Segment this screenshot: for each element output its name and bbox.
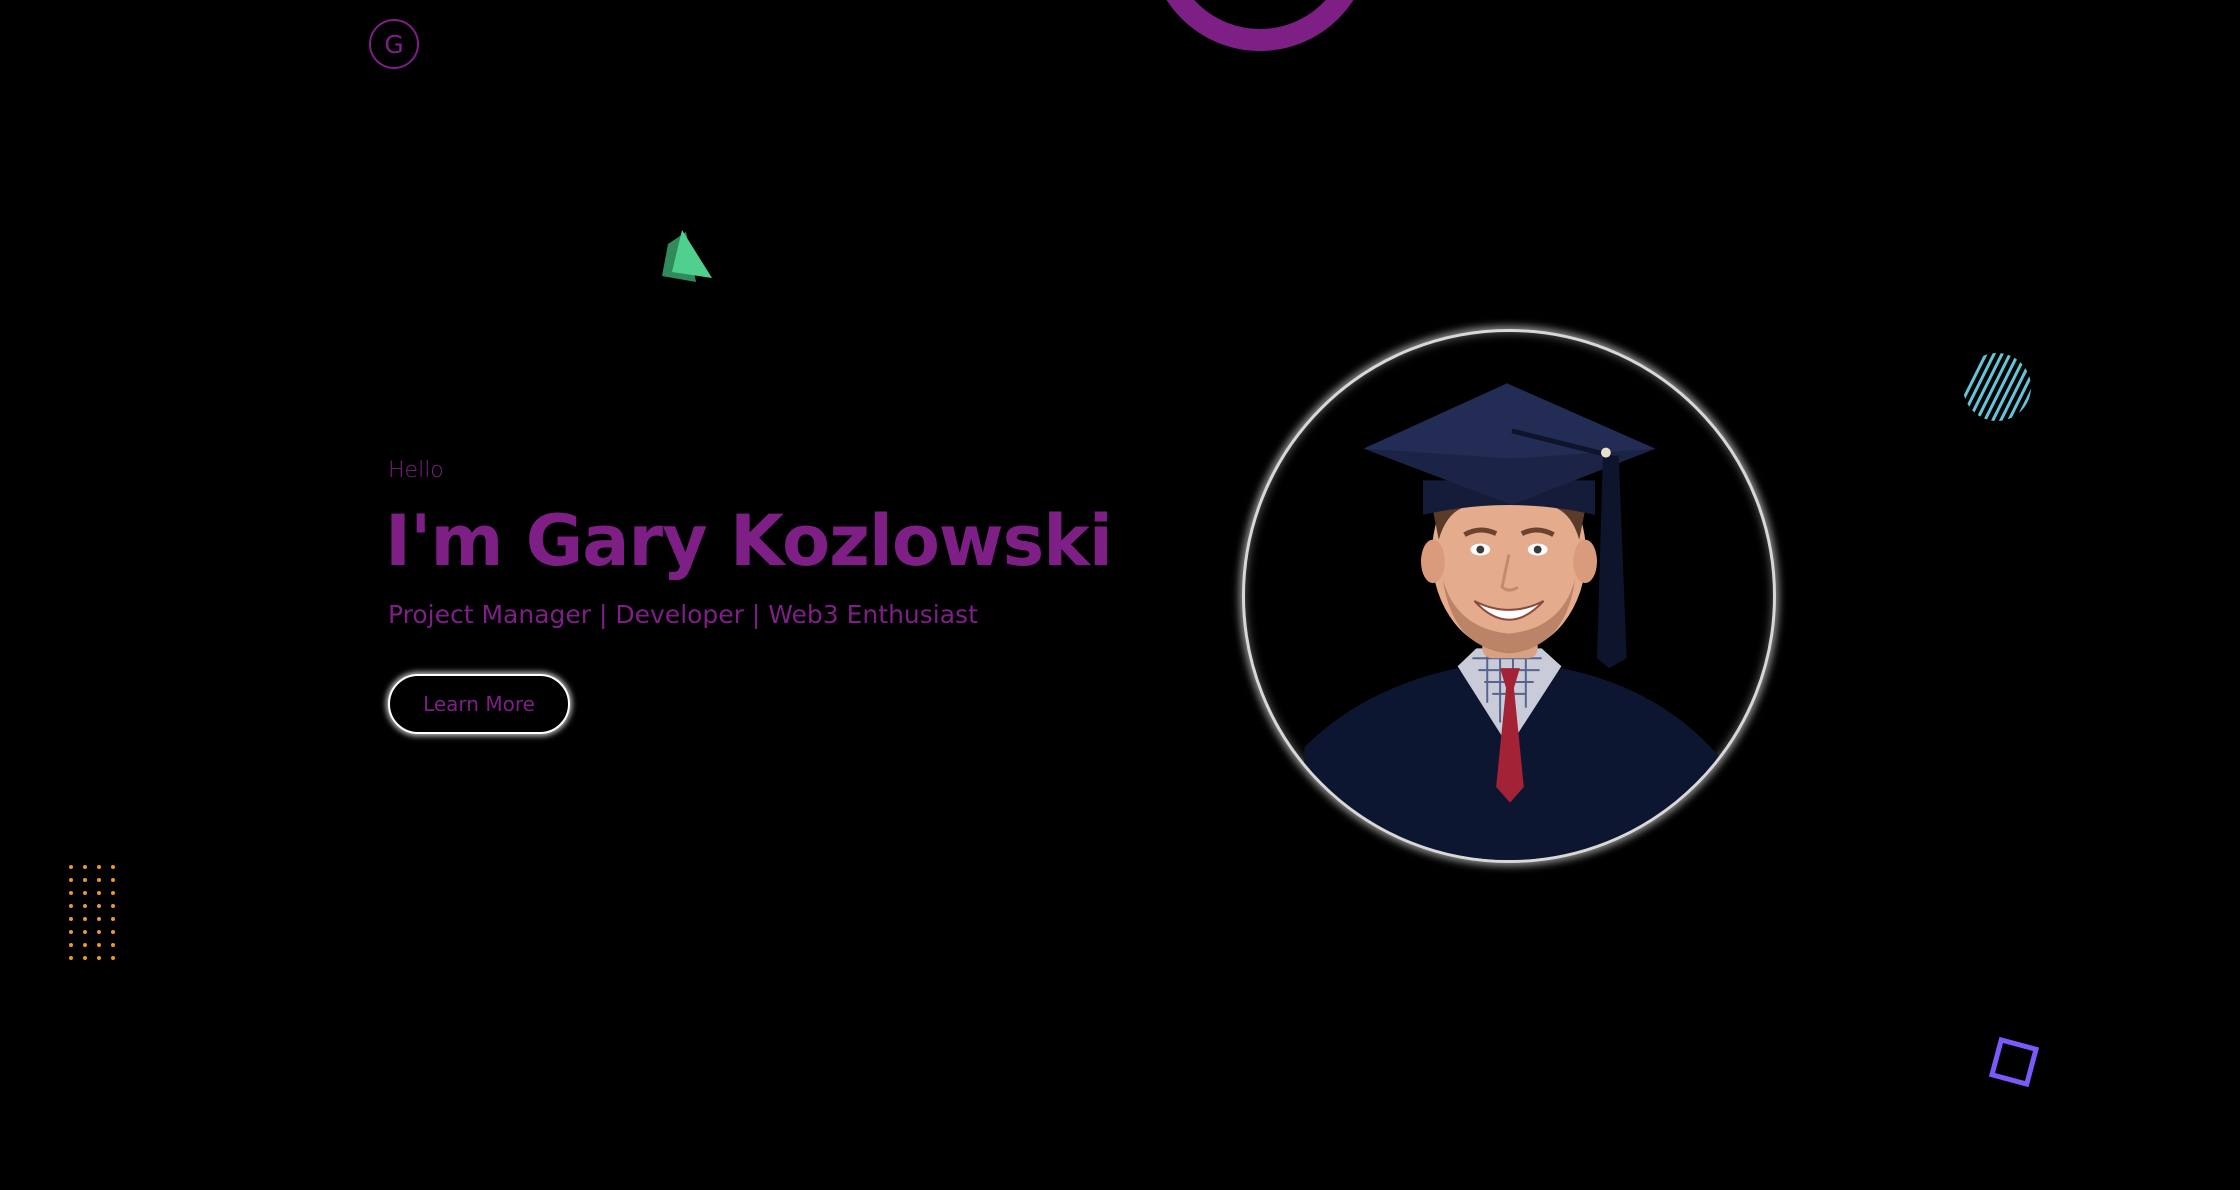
dot <box>69 917 73 921</box>
dot <box>111 917 115 921</box>
striped-circle-shape-icon <box>1963 353 2031 421</box>
dot <box>97 943 101 947</box>
dot-grid-shape-icon <box>69 865 115 960</box>
dot <box>97 878 101 882</box>
logo-link[interactable]: G <box>369 19 419 69</box>
dot <box>111 891 115 895</box>
dot <box>69 943 73 947</box>
graduate-illustration <box>1304 383 1720 860</box>
dot <box>97 865 101 869</box>
dot <box>97 904 101 908</box>
dot <box>69 956 73 960</box>
dot <box>69 930 73 934</box>
logo-letter: G <box>384 29 404 59</box>
tagline-text: Project Manager | Developer | Web3 Enthu… <box>388 600 978 629</box>
dot <box>83 956 87 960</box>
dot <box>111 943 115 947</box>
dot <box>97 917 101 921</box>
dot <box>97 956 101 960</box>
hero-section: Hello I'm Gary Kozlowski Project Manager… <box>385 456 1168 734</box>
dot <box>83 943 87 947</box>
dot <box>69 865 73 869</box>
dot <box>111 865 115 869</box>
ring-shape-icon <box>1166 0 1354 51</box>
square-shape-icon <box>1988 1036 2040 1088</box>
dot <box>111 878 115 882</box>
dot <box>111 930 115 934</box>
triangle-shape-icon <box>662 230 712 282</box>
profile-portrait <box>1242 329 1776 863</box>
learn-more-button[interactable]: Learn More <box>388 674 570 734</box>
dot <box>69 904 73 908</box>
dot <box>69 891 73 895</box>
dot <box>83 904 87 908</box>
dot <box>83 930 87 934</box>
page-title: I'm Gary Kozlowski <box>385 500 1113 582</box>
dot <box>97 891 101 895</box>
greeting-text: Hello <box>388 458 444 483</box>
hero-page: G Hello I'm Gary Kozlowski Project Manag… <box>0 0 2240 1190</box>
dot <box>111 904 115 908</box>
dot <box>69 878 73 882</box>
dot <box>83 878 87 882</box>
dot <box>83 917 87 921</box>
dot <box>97 930 101 934</box>
dot <box>111 956 115 960</box>
dot <box>83 891 87 895</box>
dot <box>83 865 87 869</box>
